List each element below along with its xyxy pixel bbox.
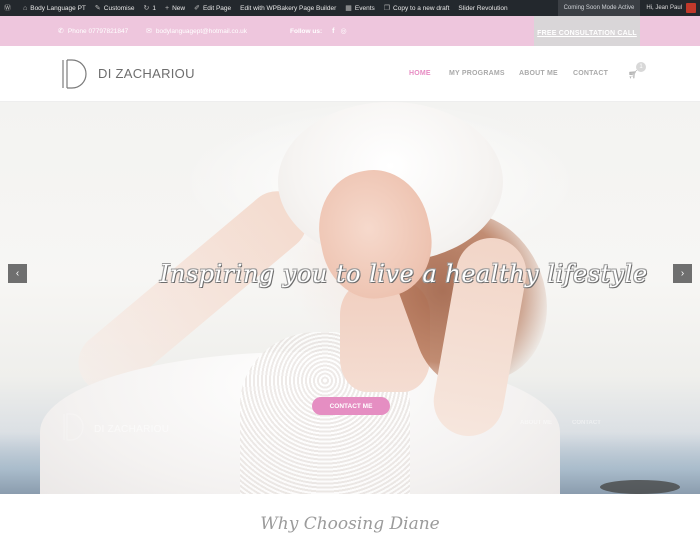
refresh-icon: ↻ — [143, 5, 150, 12]
envelope-icon: ✉ — [146, 28, 152, 35]
copy-icon: ❐ — [383, 5, 391, 12]
admin-edit-page[interactable]: ✐ Edit Page — [194, 4, 232, 13]
pencil-icon: ✐ — [194, 5, 200, 12]
nav-home[interactable]: HOME — [409, 70, 431, 77]
admin-copy-draft-label: Copy to a new draft — [393, 4, 450, 12]
coming-soon-notice[interactable]: Coming Soon Mode Active — [557, 0, 641, 16]
admin-edit-page-label: Edit Page — [202, 4, 232, 12]
brush-icon: ✎ — [94, 5, 101, 12]
email-info[interactable]: ✉ bodylanguagept@hotmail.co.uk — [146, 16, 247, 46]
hero-tagline: Inspiring you to live a healthy lifestyl… — [160, 260, 648, 288]
admin-events[interactable]: ▦ Events — [345, 4, 375, 13]
ghost-nav-contact: CONTACT — [572, 420, 601, 426]
contact-me-button[interactable]: CONTACT ME — [312, 397, 390, 415]
admin-edit-wpbakery-label: Edit with WPBakery Page Builder — [240, 4, 337, 12]
cart-count-badge: 1 — [636, 62, 646, 72]
instagram-icon[interactable]: ◎ — [340, 27, 346, 35]
ghost-nav-about: ABOUT ME — [520, 420, 552, 426]
admin-copy-draft[interactable]: ❐ Copy to a new draft — [383, 4, 450, 13]
wordpress-icon: Ⓦ — [4, 5, 11, 12]
slider-next-arrow-icon[interactable]: › — [673, 264, 692, 283]
ghost-logo-icon — [63, 413, 84, 441]
logo-text[interactable]: DI ZACHARIOU — [98, 66, 195, 81]
hero-slider: DI ZACHARIOU ABOUT ME CONTACT Inspiring … — [0, 102, 700, 494]
free-consultation-button[interactable]: FREE CONSULTATION CALL — [534, 16, 640, 46]
wp-admin-bar: Ⓦ ⌂ Body Language PT ✎ Customise ↻ 1 + New ✐… — [0, 0, 700, 16]
admin-site-name[interactable]: ⌂ Body Language PT — [23, 5, 86, 12]
nav-about-me[interactable]: ABOUT ME — [519, 70, 558, 77]
avatar[interactable] — [686, 3, 696, 13]
cart-icon[interactable]: 🛒︎ — [628, 70, 638, 79]
admin-customise[interactable]: ✎ Customise — [94, 4, 135, 13]
plus-icon: + — [164, 4, 170, 12]
admin-new[interactable]: + New — [165, 5, 185, 12]
follow-us: Follow us: f ◎ — [290, 16, 347, 46]
hero-rock — [600, 480, 680, 494]
admin-bar-right: Coming Soon Mode Active Hi, Jean Paul — [557, 0, 696, 16]
follow-label: Follow us: — [290, 27, 323, 35]
email-text: bodylanguagept@hotmail.co.uk — [155, 27, 248, 35]
admin-events-label: Events — [354, 4, 375, 12]
admin-site-name-label: Body Language PT — [30, 4, 86, 12]
admin-new-label: New — [172, 4, 186, 12]
section-title: Why Choosing Diane — [260, 514, 440, 534]
logo-mark-icon[interactable] — [60, 58, 90, 90]
site-header: DI ZACHARIOU HOME MY PROGRAMS ABOUT ME C… — [0, 46, 700, 102]
phone-info[interactable]: ✆ Phone 07797821847 — [58, 16, 128, 46]
home-icon: ⌂ — [23, 4, 28, 12]
admin-greeting[interactable]: Hi, Jean Paul — [646, 5, 682, 11]
phone-text: Phone 07797821847 — [67, 27, 129, 35]
facebook-icon[interactable]: f — [332, 28, 334, 35]
admin-slider-revolution[interactable]: Slider Revolution — [458, 5, 507, 12]
phone-icon: ✆ — [58, 28, 64, 35]
slider-prev-arrow-icon[interactable]: ‹ — [8, 264, 27, 283]
nav-contact[interactable]: CONTACT — [573, 70, 608, 77]
admin-wordpress-menu[interactable]: Ⓦ — [4, 3, 14, 13]
admin-updates-count: 1 — [152, 4, 156, 12]
ghost-logo-text: DI ZACHARIOU — [94, 424, 170, 435]
nav-my-programs[interactable]: MY PROGRAMS — [449, 70, 505, 77]
admin-updates[interactable]: ↻ 1 — [143, 4, 156, 13]
admin-customise-label: Customise — [103, 4, 135, 12]
admin-edit-wpbakery[interactable]: Edit with WPBakery Page Builder — [240, 5, 336, 12]
calendar-icon: ▦ — [345, 5, 352, 12]
admin-slider-revolution-label: Slider Revolution — [458, 4, 508, 12]
